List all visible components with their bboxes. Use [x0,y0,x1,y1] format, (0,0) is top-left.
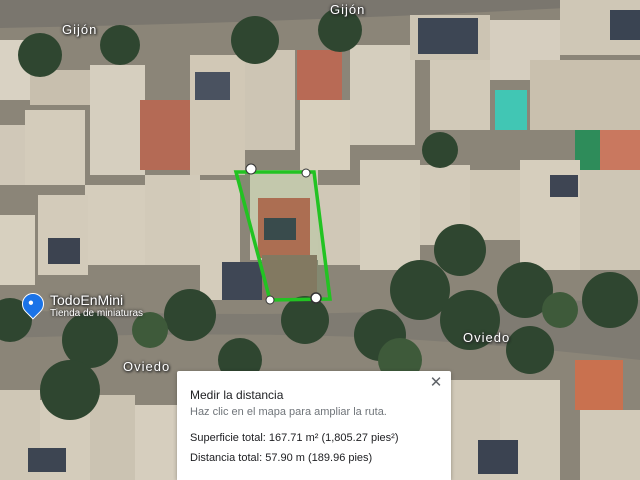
poi-name[interactable]: TodoEnMini [50,292,143,308]
poi-marker[interactable]: ● TodoEnMini Tienda de miniaturas [17,288,144,320]
street-label-gijon-2: Gijón [330,2,366,17]
total-area: Superficie total: 167.71 m² (1,805.27 pi… [190,432,399,444]
shopping-bag-icon[interactable]: ● [17,288,49,320]
street-label-oviedo-2: Oviedo [463,330,511,345]
panel-title: Medir la distancia [190,388,284,402]
poi-category: Tienda de miniaturas [50,308,144,319]
measure-distance-panel: ✕ Medir la distancia Haz clic en el mapa… [177,371,451,480]
street-label-oviedo-1: Oviedo [123,359,171,374]
total-distance: Distancia total: 57.90 m (189.96 pies) [190,452,373,464]
close-icon[interactable]: ✕ [427,374,445,392]
panel-hint: Haz clic en el mapa para ampliar la ruta… [190,406,387,418]
street-label-gijon-1: Gijón [62,22,98,37]
